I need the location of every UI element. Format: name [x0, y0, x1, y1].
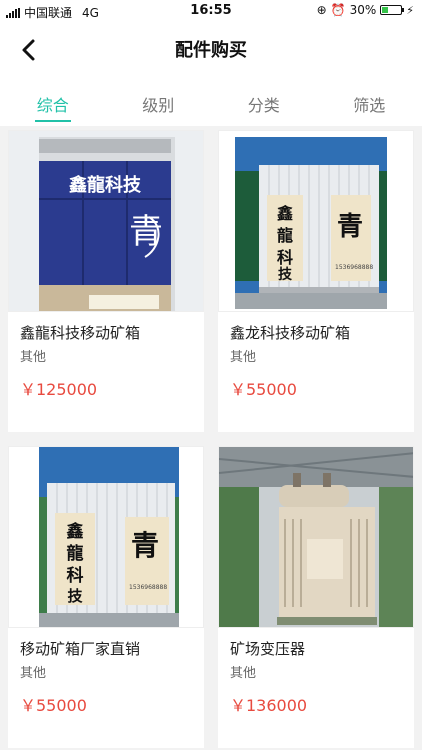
container-sign-text: 科	[277, 248, 293, 267]
tab-level[interactable]: 级别	[106, 78, 212, 126]
container-phone-text: 1536968888	[335, 264, 373, 271]
tab-comprehensive[interactable]: 综合	[0, 78, 106, 126]
product-name: 鑫龙科技移动矿箱	[230, 324, 351, 342]
container-mark-text: 青	[131, 529, 159, 562]
product-card[interactable]: 矿场变压器 其他 ￥136000	[218, 446, 414, 748]
container-mark-text: 青	[337, 212, 363, 242]
product-price: ￥136000	[230, 696, 308, 715]
container-sign-text: 龍	[67, 543, 84, 564]
battery-icon	[380, 5, 405, 15]
nav-bar: 配件购买	[0, 22, 422, 78]
product-image	[218, 446, 414, 628]
container-sign-text: 鑫	[66, 521, 84, 542]
product-category: 其他	[230, 666, 257, 681]
container-sign-text: 科	[67, 565, 84, 586]
product-category: 其他	[230, 350, 257, 365]
product-price: ￥55000	[230, 380, 297, 399]
status-bar: 中国联通 4G 16:55 ⊕ ⏰ 30% ⚡	[0, 0, 422, 22]
container-sign-text: 鑫	[276, 204, 293, 223]
product-price: ￥55000	[20, 696, 87, 715]
tab-filter[interactable]: 筛选	[317, 78, 422, 126]
product-image: 鑫 龍 科 技 青 1536968888	[8, 446, 204, 628]
container-phone-text: 1536968888	[129, 584, 167, 591]
battery-percent: 30%	[349, 3, 377, 17]
tab-label: 级别	[142, 96, 175, 115]
product-image: 鑫 龍 科 技 青 1536968888	[218, 130, 414, 312]
container-sign-text: 龍	[277, 226, 293, 245]
filter-tabs: 综合 级别 分类 筛选	[0, 78, 422, 126]
product-image: 鑫龍科技 青	[8, 130, 204, 312]
product-card[interactable]: 鑫龍科技 青 鑫龍科技移动矿箱 其他 ￥125000	[8, 130, 204, 432]
product-name: 矿场变压器	[230, 640, 306, 658]
alarm-icon: ⏰	[330, 3, 346, 17]
tab-label: 综合	[36, 96, 69, 115]
product-card[interactable]: 鑫 龍 科 技 青 1536968888 鑫龙科技移动矿箱 其他 ￥55000	[218, 130, 414, 432]
product-name: 移动矿箱厂家直销	[20, 640, 141, 658]
product-price: ￥125000	[20, 380, 98, 399]
active-tab-underline	[34, 120, 71, 122]
page-title: 配件购买	[175, 40, 247, 61]
container-sign-text: 鑫龍科技	[68, 174, 142, 196]
charging-icon: ⚡	[406, 3, 414, 17]
product-card[interactable]: 鑫 龍 科 技 青 1536968888 移动矿箱厂家直销 其他 ￥55000	[8, 446, 204, 748]
rotation-lock-icon: ⊕	[316, 3, 327, 17]
container-sign-text: 技	[67, 587, 83, 605]
container-sign-text: 技	[278, 266, 293, 283]
tab-category[interactable]: 分类	[211, 78, 317, 126]
tab-label: 分类	[247, 96, 280, 115]
product-name: 鑫龍科技移动矿箱	[20, 324, 141, 342]
product-category: 其他	[20, 666, 47, 681]
product-category: 其他	[20, 350, 47, 365]
tab-label: 筛选	[353, 96, 386, 115]
